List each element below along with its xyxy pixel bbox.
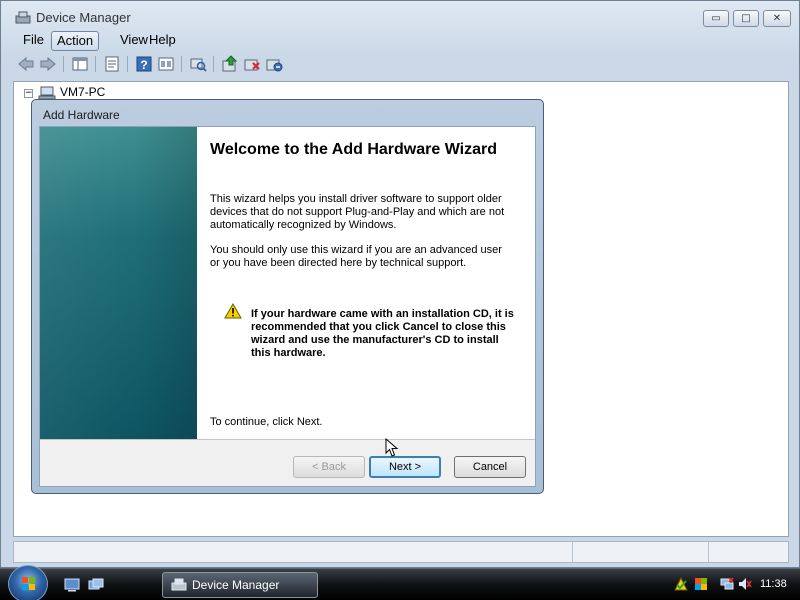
show-desktop-icon[interactable] bbox=[64, 578, 80, 592]
next-button[interactable]: Next > bbox=[369, 456, 441, 478]
action-center-icon[interactable] bbox=[674, 577, 688, 591]
taskbar-item-label: Device Manager bbox=[192, 578, 280, 592]
window-title: Device Manager bbox=[36, 10, 131, 25]
menu-action[interactable]: Action bbox=[51, 31, 100, 51]
add-hardware-dialog: Add Hardware Welcome to the Add Hardware… bbox=[31, 99, 544, 494]
continue-instruction: To continue, click Next. bbox=[210, 416, 323, 428]
help-icon[interactable]: ? bbox=[135, 55, 153, 73]
warning-icon bbox=[224, 303, 242, 319]
mouse-cursor-icon bbox=[385, 438, 399, 457]
toolbar-separator bbox=[127, 56, 128, 72]
menu-file[interactable]: File bbox=[18, 31, 49, 51]
uninstall-icon[interactable] bbox=[243, 55, 261, 73]
close-button[interactable]: ✕ bbox=[763, 10, 791, 27]
tree-root-label[interactable]: VM7-PC bbox=[60, 85, 105, 99]
taskbar: Device Manager 11:38 bbox=[0, 565, 800, 600]
taskbar-device-manager[interactable]: Device Manager bbox=[162, 572, 318, 598]
forward-icon[interactable] bbox=[39, 55, 57, 73]
toolbar-separator bbox=[63, 56, 64, 72]
warning-text: If your hardware came with an installati… bbox=[251, 308, 514, 359]
back-button[interactable]: < Back bbox=[293, 456, 365, 478]
svg-text:?: ? bbox=[140, 58, 147, 72]
dialog-title: Add Hardware bbox=[43, 108, 120, 122]
device-manager-icon bbox=[15, 11, 31, 24]
volume-muted-icon[interactable] bbox=[738, 577, 752, 591]
network-icon[interactable] bbox=[720, 577, 734, 591]
windows-logo-icon bbox=[22, 577, 35, 590]
scan-hardware-icon[interactable] bbox=[189, 55, 207, 73]
toolbar: ? bbox=[15, 53, 285, 75]
status-bar bbox=[13, 541, 789, 563]
back-icon[interactable] bbox=[17, 55, 35, 73]
toolbar-separator bbox=[181, 56, 182, 72]
switch-windows-icon[interactable] bbox=[88, 578, 104, 592]
clock[interactable]: 11:38 bbox=[760, 578, 787, 590]
properties-icon[interactable] bbox=[103, 55, 121, 73]
device-manager-icon bbox=[171, 578, 187, 591]
update-driver-icon[interactable] bbox=[221, 55, 239, 73]
wizard-advice-text: You should only use this wizard if you a… bbox=[210, 244, 502, 269]
security-icon[interactable] bbox=[694, 577, 708, 591]
title-bar[interactable]: Device Manager ▭ □ ✕ bbox=[1, 1, 799, 31]
start-button[interactable] bbox=[8, 565, 48, 600]
toolbar-separator bbox=[95, 56, 96, 72]
cancel-button[interactable]: Cancel bbox=[454, 456, 526, 478]
menu-help[interactable]: Help bbox=[144, 31, 181, 51]
maximize-button[interactable]: □ bbox=[733, 10, 759, 27]
view-icon[interactable] bbox=[157, 55, 175, 73]
status-cell bbox=[572, 542, 708, 562]
divider bbox=[40, 439, 535, 440]
wizard-content: Welcome to the Add Hardware Wizard This … bbox=[197, 127, 535, 439]
toolbar-separator bbox=[213, 56, 214, 72]
disable-icon[interactable] bbox=[265, 55, 283, 73]
status-cell bbox=[708, 542, 788, 562]
wizard-heading: Welcome to the Add Hardware Wizard bbox=[210, 141, 498, 158]
dialog-body: Welcome to the Add Hardware Wizard This … bbox=[39, 126, 536, 487]
computer-icon bbox=[38, 86, 56, 100]
wizard-intro-text: This wizard helps you install driver sof… bbox=[210, 193, 505, 231]
minimize-button[interactable]: ▭ bbox=[703, 10, 729, 27]
console-tree-icon[interactable] bbox=[71, 55, 89, 73]
tree-expander[interactable]: − bbox=[24, 89, 33, 98]
wizard-banner-image bbox=[40, 127, 197, 439]
